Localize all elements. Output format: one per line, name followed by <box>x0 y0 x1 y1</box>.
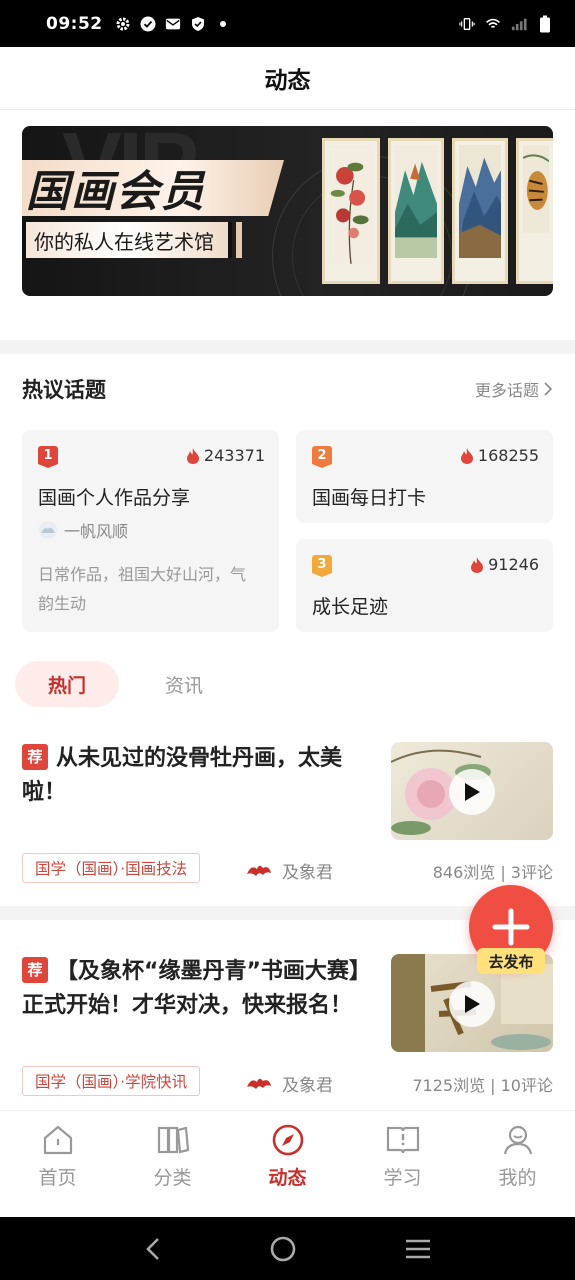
heat-count: 91246 <box>469 555 539 574</box>
post-category-tag[interactable]: 国学（国画）·国画技法 <box>22 853 201 883</box>
chevron-right-icon <box>544 382 553 396</box>
bottom-tab-bar: 首页 分类 动态 学习 我的 <box>0 1110 575 1217</box>
publisher-logo-icon <box>247 1078 271 1089</box>
recommend-badge: 荐 <box>22 957 48 983</box>
publisher-logo-icon <box>247 865 271 876</box>
topic-card-3[interactable]: 3 91246 成长足迹 <box>296 539 553 632</box>
topic-description: 日常作品，祖国大好山河，气韵生动 <box>38 565 247 613</box>
battery-icon <box>537 15 553 32</box>
publish-fab-label[interactable]: 去发布 <box>477 948 545 974</box>
back-icon[interactable] <box>143 1237 163 1261</box>
shield-icon <box>190 16 206 32</box>
banner-title: 国画会员 <box>22 160 284 216</box>
post-publisher[interactable]: 及象君 <box>246 858 333 883</box>
heat-count: 243371 <box>185 446 265 465</box>
post-stats: 846浏览 | 3评论 <box>432 863 553 882</box>
post-publisher[interactable]: 及象君 <box>246 1071 333 1096</box>
play-button[interactable] <box>449 769 495 815</box>
post-category-tag[interactable]: 国学（国画）·学院快讯 <box>22 1066 201 1096</box>
tab-profile[interactable]: 我的 <box>460 1111 575 1217</box>
home-circle-icon[interactable] <box>269 1235 297 1263</box>
signal-icon <box>511 16 527 32</box>
play-icon <box>465 783 480 801</box>
tab-home[interactable]: 首页 <box>0 1111 115 1217</box>
compass-icon <box>272 1124 303 1156</box>
wifi-icon <box>485 16 501 32</box>
status-bar: 09:52 <box>0 0 575 47</box>
post-title[interactable]: 荐【及象杯“缘墨丹青”书画大赛】正式开始！才华对决，快来报名！ <box>22 955 380 1023</box>
book-icon <box>386 1126 419 1154</box>
topic-title: 国画个人作品分享 <box>38 487 191 509</box>
page-header: 动态 <box>0 47 575 110</box>
flame-icon <box>471 556 484 573</box>
topic-card-1[interactable]: 1 243371 国画个人作品分享 一帆风顺 日常作品，祖国大好山河，气韵生动 <box>22 430 279 632</box>
heat-count: 168255 <box>459 446 539 465</box>
page-title: 动态 <box>264 68 311 94</box>
status-time: 09:52 <box>46 13 103 34</box>
hot-topics-title: 热议话题 <box>22 378 106 402</box>
topic-title: 成长足迹 <box>312 596 389 618</box>
tab-feed[interactable]: 动态 <box>230 1111 345 1217</box>
tab-category[interactable]: 分类 <box>115 1111 230 1217</box>
vibrate-icon <box>459 16 475 32</box>
rank-badge: 1 <box>38 446 58 468</box>
post-title[interactable]: 荐从未见过的没骨牡丹画，太美啦！ <box>22 742 372 810</box>
painting-mountain-image <box>452 138 508 284</box>
play-button[interactable] <box>449 981 495 1027</box>
dot-icon <box>215 16 231 32</box>
vip-banner[interactable]: VIP 国画会员 你的私人在线艺术馆 <box>22 126 553 296</box>
tab-hot[interactable]: 热门 <box>15 661 119 707</box>
flame-icon <box>186 447 199 464</box>
check-circle-icon <box>140 16 156 32</box>
play-icon <box>465 995 480 1013</box>
system-nav-bar <box>0 1217 575 1280</box>
topic-card-2[interactable]: 2 168255 国画每日打卡 <box>296 430 553 523</box>
post-stats: 7125浏览 | 10评论 <box>412 1076 553 1095</box>
topic-title: 国画每日打卡 <box>312 487 427 509</box>
plus-icon <box>492 908 530 946</box>
flame-icon <box>460 447 473 464</box>
tab-news[interactable]: 资讯 <box>132 661 236 707</box>
gear-icon <box>115 16 131 32</box>
profile-icon <box>503 1125 532 1155</box>
rank-badge: 3 <box>312 555 332 577</box>
post-video-thumbnail[interactable] <box>391 742 553 840</box>
mail-icon <box>165 16 181 32</box>
avatar <box>39 521 57 539</box>
topic-author: 一帆风顺 <box>38 518 128 542</box>
category-icon <box>157 1126 189 1154</box>
hot-topics-header: 热议话题 更多话题 <box>22 374 553 404</box>
banner-subtitle: 你的私人在线艺术馆 <box>22 222 242 258</box>
painting-landscape-image <box>388 138 444 284</box>
painting-tiger-image <box>516 138 553 284</box>
more-topics-link[interactable]: 更多话题 <box>475 377 553 401</box>
home-icon <box>43 1125 72 1155</box>
painting-peony-image <box>322 138 380 284</box>
recommend-badge: 荐 <box>22 744 48 770</box>
tab-study[interactable]: 学习 <box>345 1111 460 1217</box>
menu-icon[interactable] <box>404 1238 432 1260</box>
rank-badge: 2 <box>312 446 332 468</box>
